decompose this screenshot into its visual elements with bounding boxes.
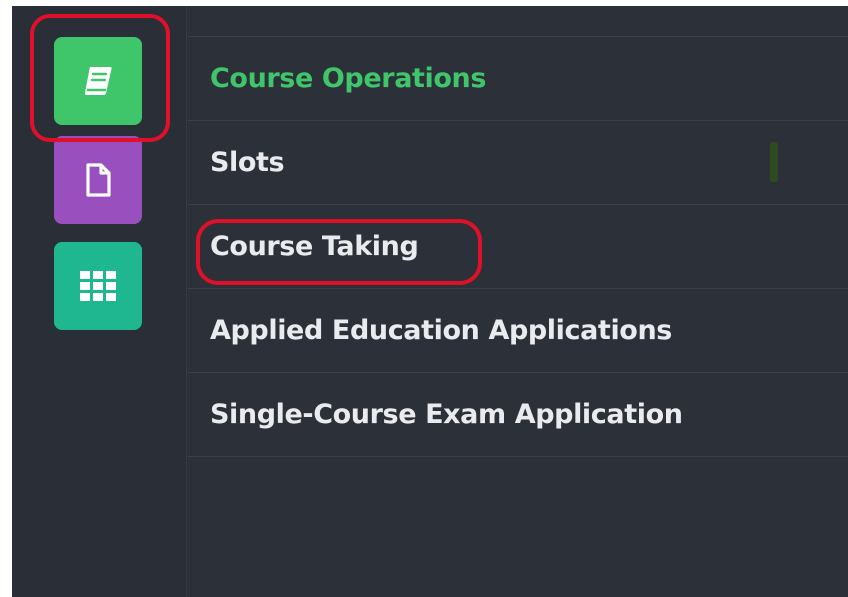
- red-highlight-course-taking: [196, 219, 482, 285]
- menu-item-applied-education-applications[interactable]: Applied Education Applications: [188, 289, 848, 373]
- menu-item-slots[interactable]: Slots: [188, 121, 848, 205]
- menu-item-label: Applied Education Applications: [210, 315, 672, 346]
- menu-item-course-operations[interactable]: Course Operations: [188, 37, 848, 121]
- text-cursor-mark: [770, 142, 778, 182]
- menu-item-label: Single-Course Exam Application: [210, 399, 683, 430]
- menu-item-label: Course Operations: [210, 63, 487, 94]
- submenu-panel: Course Operations Slots Course Taking Ap…: [188, 6, 848, 597]
- app-screen: Course Operations Slots Course Taking Ap…: [12, 6, 848, 597]
- menu-item-single-course-exam-application[interactable]: Single-Course Exam Application: [188, 373, 848, 457]
- red-highlight-rail-button: [30, 14, 170, 142]
- menu-item-label: Slots: [210, 147, 285, 178]
- document-icon: [86, 163, 111, 197]
- grid-icon: [80, 271, 116, 301]
- documents-rail-button[interactable]: [54, 136, 142, 224]
- applications-rail-button[interactable]: [54, 242, 142, 330]
- icon-sidebar: [12, 6, 187, 597]
